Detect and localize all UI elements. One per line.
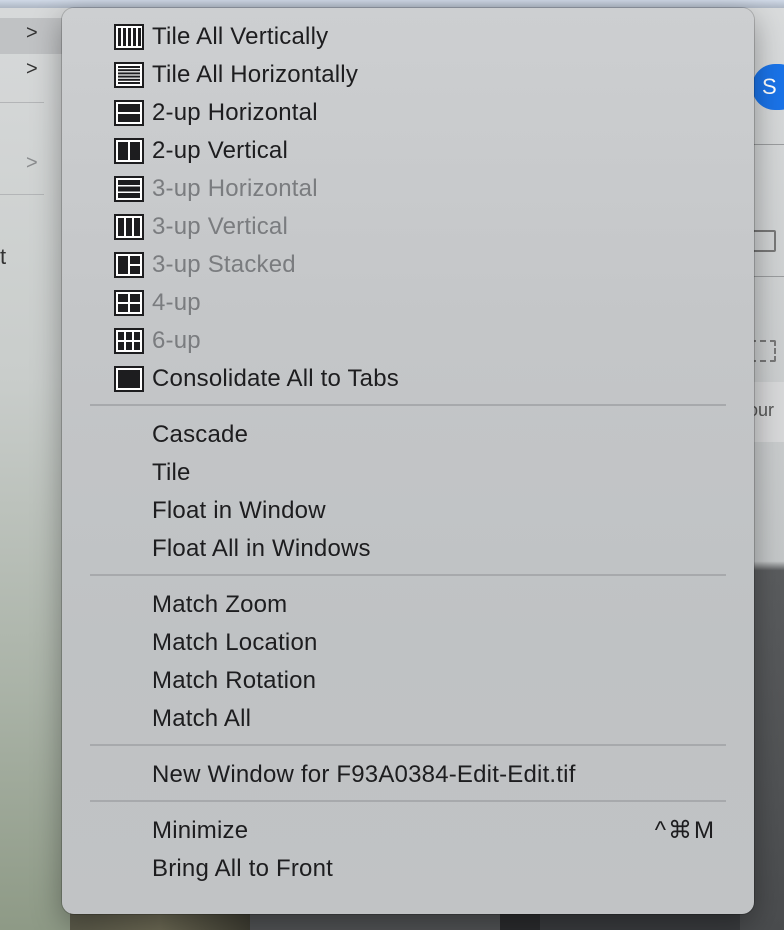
- chevron-right-icon[interactable]: >: [26, 152, 38, 175]
- menu-item-label: Minimize: [152, 817, 249, 844]
- window-top-strip: [0, 0, 784, 8]
- menu-item-label: 2-up Horizontal: [152, 99, 318, 126]
- menu-item-label: New Window for F93A0384-Edit-Edit.tif: [152, 761, 576, 788]
- menu-item-label: 3-up Stacked: [152, 251, 296, 278]
- menu-item-match-location[interactable]: Match Location: [62, 624, 754, 662]
- menu-item-label: Tile All Vertically: [152, 23, 329, 50]
- menu-item-label: Match Location: [152, 629, 318, 656]
- menu-item-label: 3-up Vertical: [152, 213, 289, 240]
- menu-item-tile-all-vertically[interactable]: Tile All Vertically: [62, 18, 754, 56]
- menu-item-3-up-stacked: 3-up Stacked: [62, 246, 754, 284]
- menu-item-minimize[interactable]: Minimize ^⌘M: [62, 812, 754, 850]
- menu-item-tile-all-horizontally[interactable]: Tile All Horizontally: [62, 56, 754, 94]
- two-up-horizontal-icon: [114, 100, 144, 126]
- menu-item-label: Float in Window: [152, 497, 326, 524]
- menu-separator: [90, 800, 726, 802]
- menu-item-6-up: 6-up: [62, 322, 754, 360]
- menu-item-label: Tile: [152, 459, 191, 486]
- menu-item-new-window-for-f93a0384-edit-edit-tif[interactable]: New Window for F93A0384-Edit-Edit.tif: [62, 756, 754, 794]
- menu-separator: [90, 744, 726, 746]
- chevron-right-icon[interactable]: >: [26, 58, 38, 81]
- menu-item-label: 4-up: [152, 289, 201, 316]
- menu-item-2-up-vertical[interactable]: 2-up Vertical: [62, 132, 754, 170]
- menu-item-label: Tile All Horizontally: [152, 61, 359, 88]
- menu-item-label: 2-up Vertical: [152, 137, 289, 164]
- menu-item-label: Match Zoom: [152, 591, 288, 618]
- menu-item-label: Consolidate All to Tabs: [152, 365, 399, 392]
- four-up-icon: [114, 290, 144, 316]
- menu-item-3-up-horizontal: 3-up Horizontal: [62, 170, 754, 208]
- keyboard-shortcut: ^⌘M: [654, 817, 716, 844]
- menu-item-2-up-horizontal[interactable]: 2-up Horizontal: [62, 94, 754, 132]
- menu-item-match-all[interactable]: Match All: [62, 700, 754, 738]
- menu-item-label: Float All in Windows: [152, 535, 371, 562]
- menu-item-bring-all-to-front[interactable]: Bring All to Front: [62, 850, 754, 888]
- menu-item-label: Bring All to Front: [152, 855, 334, 882]
- three-up-stacked-icon: [114, 252, 144, 278]
- menu-separator: [90, 404, 726, 406]
- menu-item-match-rotation[interactable]: Match Rotation: [62, 662, 754, 700]
- menu-item-4-up: 4-up: [62, 284, 754, 322]
- menu-item-float-in-window[interactable]: Float in Window: [62, 492, 754, 530]
- chevron-right-icon[interactable]: >: [26, 22, 38, 45]
- arrange-menu: Tile All Vertically Tile All Horizontally…: [62, 8, 754, 914]
- menu-item-float-all-in-windows[interactable]: Float All in Windows: [62, 530, 754, 568]
- menu-item-label: Match Rotation: [152, 667, 317, 694]
- two-up-vertical-icon: [114, 138, 144, 164]
- menu-item-3-up-vertical: 3-up Vertical: [62, 208, 754, 246]
- menu-item-label: Match All: [152, 705, 252, 732]
- menu-item-label: 6-up: [152, 327, 201, 354]
- menu-item-consolidate-all-to-tabs[interactable]: Consolidate All to Tabs: [62, 360, 754, 398]
- left-panel-partial-text: t: [0, 244, 7, 269]
- consolidate-tabs-icon: [114, 366, 144, 392]
- menu-item-match-zoom[interactable]: Match Zoom: [62, 586, 754, 624]
- left-panel-divider: [0, 194, 44, 195]
- share-button[interactable]: S: [752, 64, 784, 110]
- menu-item-tile[interactable]: Tile: [62, 454, 754, 492]
- tile-horizontal-icon: [114, 62, 144, 88]
- menu-item-label: Cascade: [152, 421, 249, 448]
- three-up-horizontal-icon: [114, 176, 144, 202]
- left-panel-divider: [0, 102, 44, 103]
- menu-item-label: 3-up Horizontal: [152, 175, 318, 202]
- six-up-icon: [114, 328, 144, 354]
- menu-item-cascade[interactable]: Cascade: [62, 416, 754, 454]
- menu-separator: [90, 574, 726, 576]
- tile-vertical-icon: [114, 24, 144, 50]
- three-up-vertical-icon: [114, 214, 144, 240]
